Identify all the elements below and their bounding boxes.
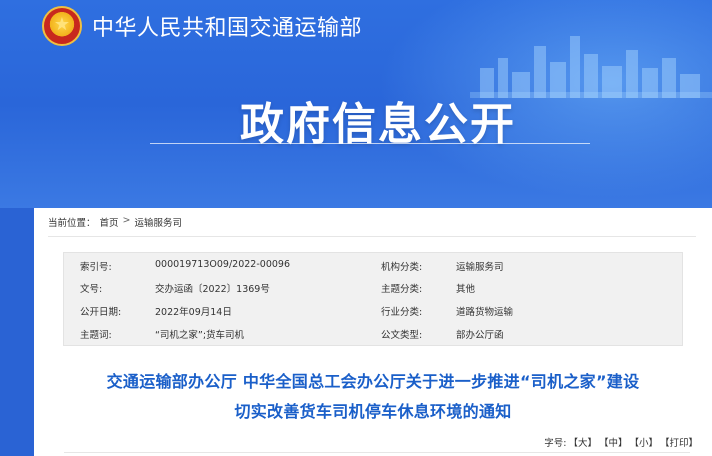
meta-key-keywords: 主题词: <box>80 330 112 341</box>
document-metadata-table: 索引号: 000019713O09/2022-00096 机构分类: 运输服务司… <box>63 252 683 346</box>
meta-value-index: 000019713O09/2022-00096 <box>155 259 290 270</box>
font-size-medium-button[interactable]: 【中】 <box>599 435 628 449</box>
article-title-line-1: 交通运输部办公厅 中华全国总工会办公厅关于进一步推进“司机之家”建设 <box>106 372 640 391</box>
meta-key-index: 索引号: <box>80 262 112 273</box>
meta-value-topic: 其他 <box>456 284 476 295</box>
meta-row-docno: 文号: 交办运函〔2022〕1369号 主题分类: 其他 <box>64 276 684 298</box>
meta-value-industry: 道路货物运输 <box>456 307 514 318</box>
breadcrumb: 当前位置： 首页 > 运输服务司 <box>48 215 182 229</box>
breadcrumb-label: 当前位置： <box>48 218 96 229</box>
meta-value-docno: 交办运函〔2022〕1369号 <box>155 284 270 295</box>
meta-key-docno: 文号: <box>80 284 103 295</box>
meta-value-date: 2022年09月14日 <box>155 307 232 318</box>
breadcrumb-separator: > <box>122 215 131 226</box>
ministry-name[interactable]: 中华人民共和国交通运输部 <box>92 10 362 42</box>
meta-key-org: 机构分类: <box>381 262 423 273</box>
meta-value-org: 运输服务司 <box>456 262 504 273</box>
font-size-large-button[interactable]: 【大】 <box>568 435 597 449</box>
title-divider <box>150 143 590 144</box>
meta-value-keywords: “司机之家”;货车司机 <box>155 330 245 341</box>
meta-key-date: 公开日期: <box>80 307 122 318</box>
font-size-controls: 字号: 【大】 【中】 【小】 【打印】 <box>544 435 698 449</box>
breadcrumb-home-link[interactable]: 首页 <box>100 215 119 229</box>
print-button[interactable]: 【打印】 <box>660 435 698 449</box>
article-title-line-2: 切实改善货车司机停车休息环境的通知 <box>234 402 512 421</box>
breadcrumb-department-link[interactable]: 运输服务司 <box>135 215 183 229</box>
font-size-small-button[interactable]: 【小】 <box>629 435 658 449</box>
meta-row-keywords: 主题词: “司机之家”;货车司机 公文类型: 部办公厅函 <box>64 322 684 344</box>
font-size-label: 字号: <box>544 438 567 449</box>
header-banner: 中华人民共和国交通运输部 政府信息公开 <box>0 0 712 208</box>
meta-value-doctype: 部办公厅函 <box>456 330 504 341</box>
meta-key-doctype: 公文类型: <box>381 330 423 341</box>
national-emblem-icon[interactable] <box>42 6 82 46</box>
content-divider <box>64 452 690 453</box>
breadcrumb-divider <box>48 236 696 237</box>
meta-key-industry: 行业分类: <box>381 307 423 318</box>
main-content: 当前位置： 首页 > 运输服务司 索引号: 000019713O09/2022-… <box>34 208 712 456</box>
meta-row-index: 索引号: 000019713O09/2022-00096 机构分类: 运输服务司 <box>64 254 684 276</box>
meta-row-date: 公开日期: 2022年09月14日 行业分类: 道路货物运输 <box>64 299 684 321</box>
meta-key-topic: 主题分类: <box>381 284 423 295</box>
